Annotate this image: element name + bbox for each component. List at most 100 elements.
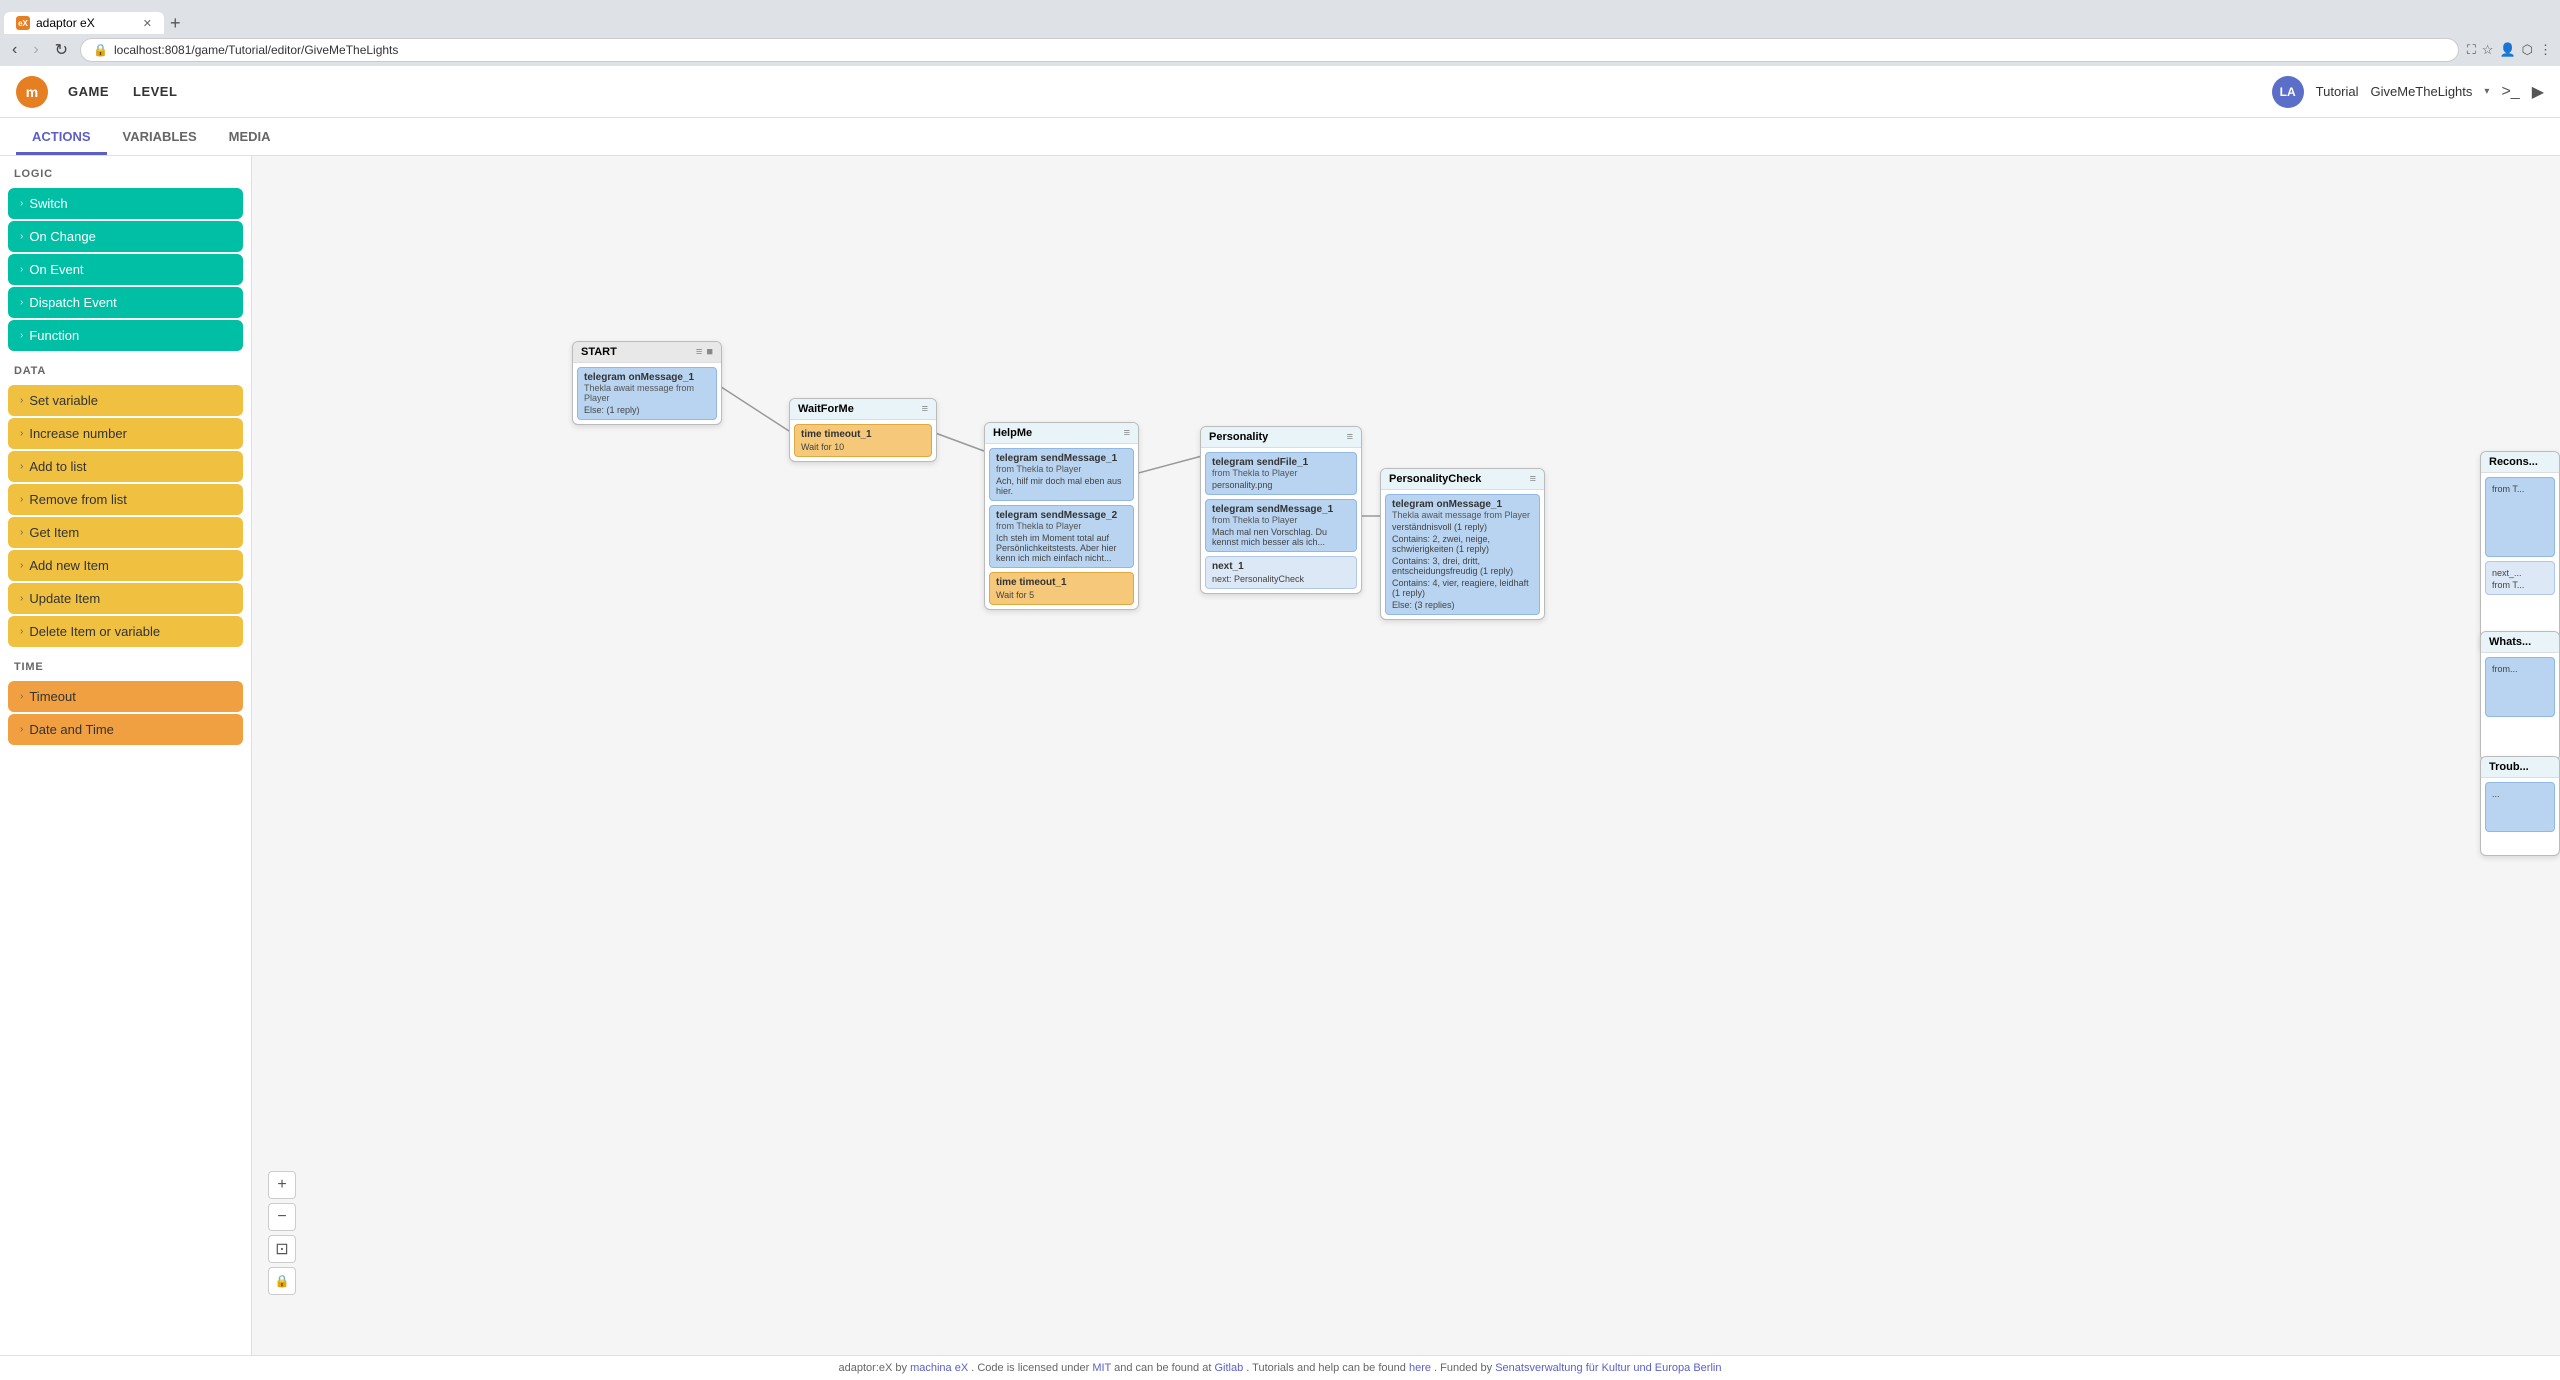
forward-button[interactable]: ›	[29, 39, 42, 61]
node-partial-block2[interactable]: next_... from T...	[2485, 561, 2555, 595]
zoom-in-button[interactable]: +	[268, 1171, 296, 1199]
node-personalitycheck[interactable]: PersonalityCheck ≡ telegram onMessage_1 …	[1380, 468, 1545, 620]
sidebar-item-onchange[interactable]: › On Change	[8, 221, 243, 252]
sidebar-item-setvariable[interactable]: › Set variable	[8, 385, 243, 416]
extensions-icon[interactable]: ⬡	[2522, 42, 2533, 58]
screenshot-icon[interactable]: ⛶	[2467, 42, 2476, 58]
sidebar-item-label: Increase number	[29, 426, 127, 441]
footer-link4[interactable]: here	[1409, 1362, 1431, 1374]
node-whats-header: Whats...	[2481, 632, 2559, 653]
connections-svg	[252, 156, 2560, 1355]
nav-level[interactable]: LEVEL	[133, 84, 177, 99]
sidebar-item-function[interactable]: › Function	[8, 320, 243, 351]
sidebar-item-switch[interactable]: › Switch	[8, 188, 243, 219]
sidebar-item-increasenumber[interactable]: › Increase number	[8, 418, 243, 449]
sidebar-item-label: Function	[29, 328, 79, 343]
node-partial-block[interactable]: from T...	[2485, 477, 2555, 557]
address-icons: ⛶ ☆ 👤 ⬡ ⋮	[2467, 42, 2552, 58]
node-block-telegram1[interactable]: telegram onMessage_1 Thekla await messag…	[577, 367, 717, 420]
node-block-sendmsg[interactable]: telegram sendMessage_1 from Thekla to Pl…	[1205, 499, 1357, 552]
sidebar-item-label: Date and Time	[29, 722, 114, 737]
close-icon[interactable]: ■	[706, 346, 713, 358]
menu-icon[interactable]: ≡	[696, 346, 702, 358]
menu-icon[interactable]: ≡	[922, 403, 928, 415]
block-text: Wait for 10	[801, 442, 925, 452]
nav-game[interactable]: GAME	[68, 84, 109, 99]
node-start[interactable]: START ≡ ■ telegram onMessage_1 Thekla aw…	[572, 341, 722, 425]
footer-link2[interactable]: MIT	[1092, 1362, 1111, 1374]
back-button[interactable]: ‹	[8, 39, 21, 61]
zoom-lock-button[interactable]: 🔒	[268, 1267, 296, 1295]
node-whats-partial[interactable]: Whats... from...	[2480, 631, 2560, 761]
block-title: telegram onMessage_1	[1392, 499, 1533, 510]
block-subtitle: from Thekla to Player	[1212, 468, 1350, 478]
sidebar-item-deleteitem[interactable]: › Delete Item or variable	[8, 616, 243, 647]
chevron-icon: ›	[20, 626, 23, 637]
block-text5: Else: (3 replies)	[1392, 600, 1533, 610]
terminal-icon[interactable]: >_	[2501, 83, 2519, 101]
sidebar-item-updateitem[interactable]: › Update Item	[8, 583, 243, 614]
sidebar-item-addnewitem[interactable]: › Add new Item	[8, 550, 243, 581]
sidebar-item-addtolist[interactable]: › Add to list	[8, 451, 243, 482]
zoom-fit-button[interactable]: ⊡	[268, 1235, 296, 1263]
sidebar-item-label: Dispatch Event	[29, 295, 116, 310]
profile-icon[interactable]: 👤	[2499, 42, 2515, 58]
refresh-button[interactable]: ↻	[51, 38, 72, 62]
tab-actions[interactable]: ACTIONS	[16, 121, 107, 155]
chevron-icon: ›	[20, 395, 23, 406]
canvas-area[interactable]: START ≡ ■ telegram onMessage_1 Thekla aw…	[252, 156, 2560, 1355]
tab-close-button[interactable]: ✕	[143, 17, 152, 30]
sidebar-item-label: Add new Item	[29, 558, 109, 573]
active-tab[interactable]: eX adaptor eX ✕	[4, 12, 164, 34]
menu-icon[interactable]: ≡	[1124, 427, 1130, 439]
tab-favicon: eX	[16, 16, 30, 30]
play-icon[interactable]: ▶	[2532, 82, 2544, 102]
node-whats-block[interactable]: from...	[2485, 657, 2555, 717]
bookmark-icon[interactable]: ☆	[2482, 42, 2494, 58]
footer: adaptor:eX by machina eX . Code is licen…	[0, 1355, 2560, 1380]
node-header-icons: ≡	[922, 403, 928, 415]
zoom-out-button[interactable]: −	[268, 1203, 296, 1231]
app-logo: m	[16, 76, 48, 108]
section-logic-header: LOGIC	[0, 156, 251, 186]
node-personality[interactable]: Personality ≡ telegram sendFile_1 from T…	[1200, 426, 1362, 594]
tab-variables[interactable]: VARIABLES	[107, 121, 213, 155]
new-tab-button[interactable]: +	[164, 13, 187, 34]
address-bar[interactable]: 🔒 localhost:8081/game/Tutorial/editor/Gi…	[80, 38, 2459, 62]
node-block-next[interactable]: next_1 next: PersonalityCheck	[1205, 556, 1357, 589]
node-troub-partial[interactable]: Troub... ...	[2480, 756, 2560, 856]
app-header-right: LA Tutorial GiveMeTheLights ▾ >_ ▶	[2272, 76, 2544, 108]
sidebar-item-timeout[interactable]: › Timeout	[8, 681, 243, 712]
sidebar-item-removefromlist[interactable]: › Remove from list	[8, 484, 243, 515]
block-text: Ach, hilf mir doch mal eben aus hier.	[996, 476, 1127, 496]
tab-media[interactable]: MEDIA	[213, 121, 287, 155]
menu-icon[interactable]: ≡	[1530, 473, 1536, 485]
sidebar-item-dispatch[interactable]: › Dispatch Event	[8, 287, 243, 318]
menu-icon[interactable]: ≡	[1347, 431, 1353, 443]
menu-icon[interactable]: ⋮	[2539, 42, 2552, 58]
node-waitforme[interactable]: WaitForMe ≡ time timeout_1 Wait for 10	[789, 398, 937, 462]
block-text: Ich steh im Moment total auf Persönlichk…	[996, 533, 1127, 563]
node-troub-title: Troub...	[2489, 761, 2529, 773]
block-text: from T...	[2492, 484, 2548, 494]
node-troub-block[interactable]: ...	[2485, 782, 2555, 832]
node-block-send1[interactable]: telegram sendMessage_1 from Thekla to Pl…	[989, 448, 1134, 501]
node-block-send2[interactable]: telegram sendMessage_2 from Thekla to Pl…	[989, 505, 1134, 568]
sidebar-item-onevent[interactable]: › On Event	[8, 254, 243, 285]
sidebar-item-label: Switch	[29, 196, 67, 211]
node-block-timeout[interactable]: time timeout_1 Wait for 10	[794, 424, 932, 457]
footer-link3[interactable]: Gitlab	[1214, 1362, 1243, 1374]
node-block-timeout2[interactable]: time timeout_1 Wait for 5	[989, 572, 1134, 605]
footer-link5[interactable]: Senatsverwaltung für Kultur und Europa B…	[1495, 1362, 1721, 1374]
footer-text1: adaptor:eX by	[839, 1362, 908, 1374]
game-dropdown-arrow[interactable]: ▾	[2484, 86, 2489, 97]
node-helpme[interactable]: HelpMe ≡ telegram sendMessage_1 from The…	[984, 422, 1139, 610]
footer-link1[interactable]: machina eX	[910, 1362, 968, 1374]
sidebar-item-label: Get Item	[29, 525, 79, 540]
sidebar-item-getitem[interactable]: › Get Item	[8, 517, 243, 548]
node-reconsider-partial[interactable]: Recons... from T... next_... from T...	[2480, 451, 2560, 651]
block-text: ...	[2492, 789, 2548, 799]
node-block-onmessage[interactable]: telegram onMessage_1 Thekla await messag…	[1385, 494, 1540, 615]
sidebar-item-datetime[interactable]: › Date and Time	[8, 714, 243, 745]
node-block-sendfile[interactable]: telegram sendFile_1 from Thekla to Playe…	[1205, 452, 1357, 495]
